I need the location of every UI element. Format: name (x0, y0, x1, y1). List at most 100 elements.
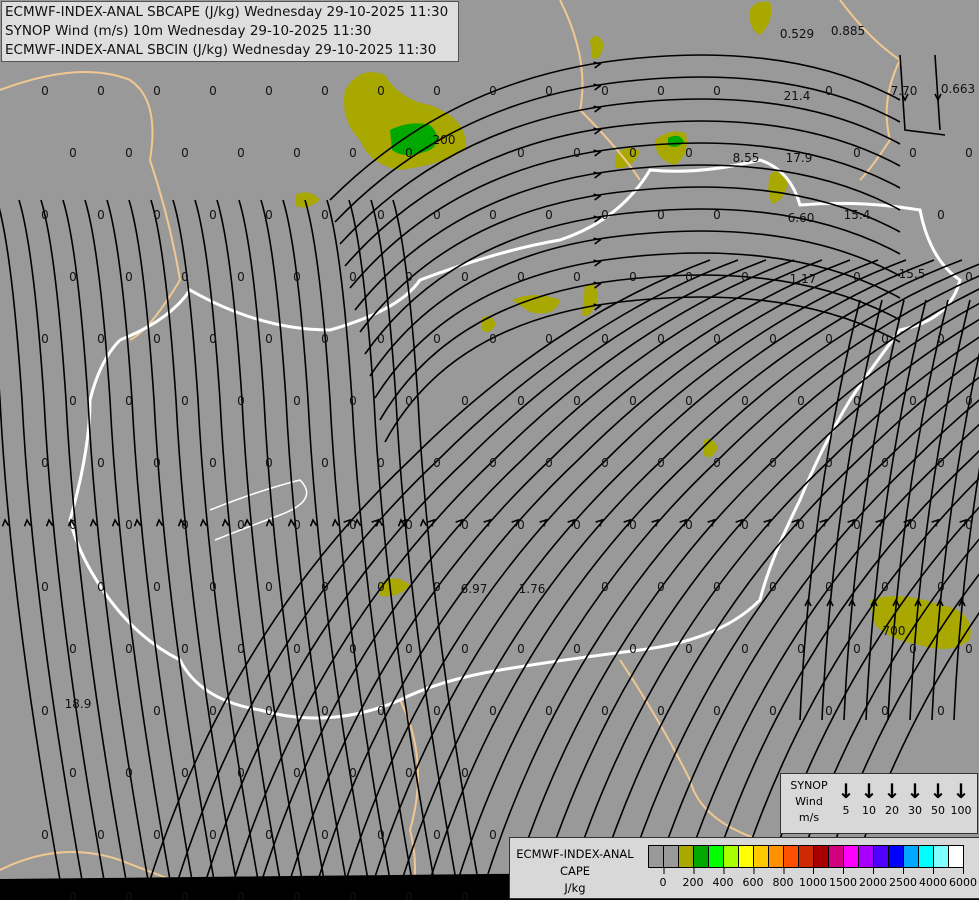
cape-value-label: 0 (713, 456, 721, 470)
cape-value-label: 0 (237, 394, 245, 408)
cape-value-label: 0 (265, 208, 273, 222)
wind-speed-key: ↓ 5 (834, 780, 858, 818)
streamline-arrow-icon (89, 518, 98, 527)
cape-tick-label: 600 (743, 868, 764, 889)
cape-value-label: 0 (937, 208, 945, 222)
cape-swatch (919, 846, 934, 867)
wind-speed-key: ↓ 50 (926, 780, 950, 818)
cape-value-label: 0 (97, 208, 105, 222)
cape-value-label: 0 (41, 704, 49, 718)
cape-value-label: 0 (293, 766, 301, 780)
weather-map[interactable]: 0.529 0.885 0.663 7.70 21.4 8.55 17.9 6.60 15.4 1… (0, 0, 979, 900)
cape-value-label: 0 (741, 518, 749, 532)
cape-value-label: 0 (433, 84, 441, 98)
cape-swatch (724, 846, 739, 867)
cape-value-label: 0 (629, 518, 637, 532)
cape-value-label: 0 (657, 332, 665, 346)
cape-value-label: 0 (433, 208, 441, 222)
wind-speed-value: 5 (842, 804, 850, 817)
cape-value-label: 0 (125, 766, 133, 780)
cape-value-label: 1.76 (519, 582, 546, 596)
cape-value-label: 0 (489, 456, 497, 470)
wind-speed-key: ↓ 100 (949, 780, 973, 818)
cape-value-label: 0 (601, 704, 609, 718)
cape-value-label: 0 (349, 766, 357, 780)
cape-value-label: 15.4 (844, 208, 871, 222)
cape-value-label: 0 (293, 642, 301, 656)
cape-value-label: 0 (265, 828, 273, 842)
cape-value-label: 0 (321, 208, 329, 222)
streamline (260, 199, 347, 881)
cape-swatch (829, 846, 844, 867)
streamline-arrow-icon (331, 518, 340, 527)
cape-value-label: 0 (629, 146, 637, 160)
cape-value-label: 0 (629, 394, 637, 408)
cape-value-label: 0 (41, 580, 49, 594)
cape-value-label: 0 (125, 394, 133, 408)
cape-value-label: 0 (433, 704, 441, 718)
cape-value-label: 0 (293, 146, 301, 160)
cape-value-label: 0 (321, 704, 329, 718)
cape-value-label: 0 (461, 518, 469, 532)
cape-value-label: 6.60 (788, 211, 815, 225)
cape-value-label: 700 (883, 624, 906, 638)
cape-swatch (709, 846, 724, 867)
cape-value-label: 0.663 (941, 82, 975, 96)
arrow-down-icon: ↓ (883, 779, 901, 803)
cape-value-label: 0 (349, 394, 357, 408)
cape-value-label: 0 (209, 84, 217, 98)
cape-value-label: 0 (489, 828, 497, 842)
cape-value-label: 0 (713, 704, 721, 718)
cape-value-label: 0 (517, 518, 525, 532)
cape-value-label: 0 (41, 456, 49, 470)
cape-scale-ticks: 0 200 400 600 800 1000 1500 2000 2500 4000 6000 (648, 868, 977, 894)
wind-speed-value: 20 (885, 804, 899, 817)
cape-value-label: 0 (545, 84, 553, 98)
map-title-box: ECMWF-INDEX-ANAL SBCAPE (J/kg) Wednesday… (1, 1, 459, 62)
cape-value-label: 0 (237, 270, 245, 284)
cape-value-label: 0 (433, 332, 441, 346)
cape-value-label: 0 (237, 890, 245, 900)
cape-value-label: 0 (909, 146, 917, 160)
streamline-arrow-icon (23, 518, 32, 527)
cape-value-label: 0 (69, 270, 77, 284)
cape-value-label: 0 (601, 580, 609, 594)
cape-value-label: 0 (209, 456, 217, 470)
cape-value-label: 0 (125, 270, 133, 284)
cape-value-label: 0 (741, 642, 749, 656)
cape-value-label: 0 (349, 146, 357, 160)
cape-value-label: 0 (377, 84, 385, 98)
cape-color-scale (648, 845, 964, 868)
cape-value-label: 0 (41, 828, 49, 842)
cape-swatch (844, 846, 859, 867)
cape-value-label: 0 (349, 518, 357, 532)
cape-swatch (799, 846, 814, 867)
cape-tick-label: 0 (660, 868, 667, 889)
cape-value-label: 0 (377, 580, 385, 594)
streamline-arrow-icon (45, 518, 54, 527)
cape-value-label: 0 (937, 704, 945, 718)
cape-value-label: 0 (573, 270, 581, 284)
cape-value-label: 0 (405, 642, 413, 656)
arrow-down-icon: ↓ (860, 779, 878, 803)
cape-value-label: 0 (461, 394, 469, 408)
cape-value-label: 0 (797, 394, 805, 408)
wind-speed-value: 10 (862, 804, 876, 817)
cape-value-label: 0 (181, 394, 189, 408)
cape-value-label: 0 (685, 146, 693, 160)
cape-value-label: 0 (517, 394, 525, 408)
wind-speed-key: ↓ 20 (880, 780, 904, 818)
cape-value-label: 0 (657, 456, 665, 470)
cape-value-label: 0 (265, 84, 273, 98)
cape-value-label: 0 (601, 84, 609, 98)
cape-tick-label: 6000 (949, 868, 977, 889)
cape-value-label: 0 (853, 518, 861, 532)
cape-value-label: 0 (97, 580, 105, 594)
cape-value-label: 0 (769, 332, 777, 346)
streamline (177, 259, 739, 881)
cape-tick-label: 4000 (919, 868, 947, 889)
cape-value-label: 0 (657, 208, 665, 222)
cape-swatch (814, 846, 829, 867)
cape-tick-label: 1500 (829, 868, 857, 889)
cape-value-label: 0 (377, 332, 385, 346)
